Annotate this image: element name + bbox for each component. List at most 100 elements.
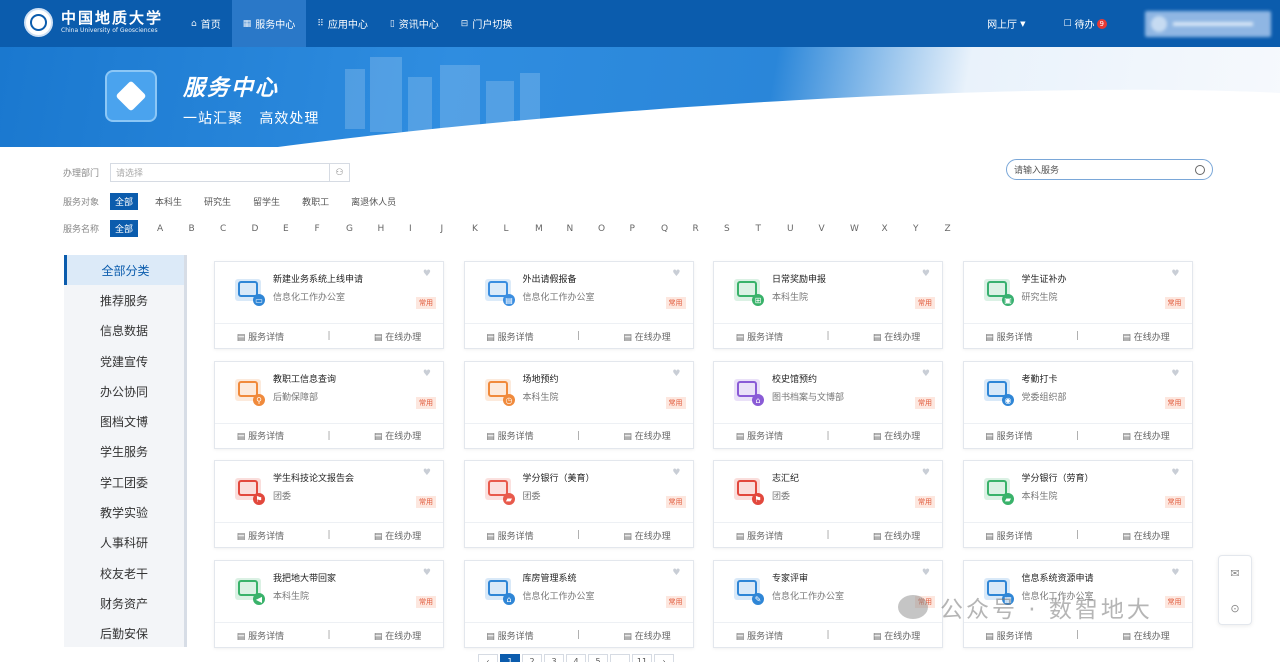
service-detail-link[interactable]: ▤ 服务详情 <box>985 330 1032 343</box>
service-search-input[interactable]: 请输入服务 <box>1006 159 1213 180</box>
favorite-heart-icon[interactable]: ♥ <box>672 568 680 578</box>
letter-filter[interactable]: Z <box>945 224 977 234</box>
service-card[interactable]: ◷ 场地预约 本科生院 ♥ 常用 ▤ 服务详情 | ▤ 在线办理 <box>463 360 694 449</box>
favorite-heart-icon[interactable]: ♥ <box>423 369 431 379</box>
service-card[interactable]: ⚑ 学生科技论文报告会 团委 ♥ 常用 ▤ 服务详情 | ▤ 在线办理 <box>214 460 444 549</box>
service-detail-link[interactable]: ▤ 服务详情 <box>985 629 1032 642</box>
online-handle-link[interactable]: ▤ 在线办理 <box>1122 330 1169 343</box>
favorite-heart-icon[interactable]: ♥ <box>922 269 930 279</box>
sidebar-item[interactable]: 学生服务 <box>64 437 184 467</box>
page-button[interactable]: ‹ <box>478 654 498 662</box>
target-chip[interactable]: 教职工 <box>297 193 334 210</box>
service-detail-link[interactable]: ▤ 服务详情 <box>736 429 783 442</box>
target-chip[interactable]: 离退休人员 <box>346 193 401 210</box>
sidebar-item[interactable]: 财务资产 <box>64 588 184 618</box>
letter-filter[interactable]: H <box>378 224 410 234</box>
target-chip[interactable]: 留学生 <box>248 193 285 210</box>
letter-filter[interactable]: K <box>472 224 504 234</box>
letter-filter[interactable]: X <box>882 224 914 234</box>
service-card[interactable]: ▭ 新建业务系统上线申请 信息化工作办公室 ♥ 常用 ▤ 服务详情 | ▤ 在线办理 <box>214 261 444 349</box>
sidebar-item[interactable]: 党建宣传 <box>64 346 184 376</box>
online-handle-link[interactable]: ▤ 在线办理 <box>623 429 670 442</box>
dept-select[interactable]: 请选择 ⚇ <box>110 163 350 182</box>
sidebar-item[interactable]: 办公协同 <box>64 376 184 406</box>
sidebar-item[interactable]: 全部分类 <box>64 255 184 286</box>
target-chip[interactable]: 本科生 <box>150 193 187 210</box>
sidebar-item[interactable]: 校友老干 <box>64 558 184 588</box>
favorite-heart-icon[interactable]: ♥ <box>1171 468 1179 478</box>
letter-filter[interactable]: V <box>819 224 851 234</box>
back-to-top-icon[interactable]: ⊙ <box>1219 591 1251 626</box>
online-handle-link[interactable]: ▤ 在线办理 <box>374 529 421 542</box>
letter-filter[interactable]: C <box>220 224 252 234</box>
letter-filter[interactable]: J <box>441 224 473 234</box>
favorite-heart-icon[interactable]: ♥ <box>672 269 680 279</box>
page-button[interactable]: 1 <box>500 654 520 662</box>
service-detail-link[interactable]: ▤ 服务详情 <box>486 529 533 542</box>
nav-portal-switch[interactable]: ⊟ 门户切换 <box>450 0 524 47</box>
sidebar-item[interactable]: 学工团委 <box>64 467 184 497</box>
letter-filter[interactable]: U <box>787 224 819 234</box>
sidebar-item[interactable]: 教学实验 <box>64 497 184 527</box>
service-detail-link[interactable]: ▤ 服务详情 <box>985 529 1032 542</box>
letter-filter[interactable]: D <box>252 224 284 234</box>
service-card[interactable]: ⊞ 日常奖励申报 本科生院 ♥ 常用 ▤ 服务详情 | ▤ 在线办理 <box>713 261 943 349</box>
sidebar-item[interactable]: 推荐服务 <box>64 285 184 315</box>
service-detail-link[interactable]: ▤ 服务详情 <box>985 429 1032 442</box>
service-detail-link[interactable]: ▤ 服务详情 <box>237 330 284 343</box>
service-card[interactable]: ▤ 外出请假报备 信息化工作办公室 ♥ 常用 ▤ 服务详情 | ▤ 在线办理 <box>463 261 694 349</box>
page-button[interactable]: 11 <box>632 654 652 662</box>
letter-filter[interactable]: A <box>157 224 189 234</box>
letter-filter[interactable]: B <box>189 224 221 234</box>
online-handle-link[interactable]: ▤ 在线办理 <box>623 330 670 343</box>
service-card[interactable]: ▰ 学分银行（美育） 团委 ♥ 常用 ▤ 服务详情 | ▤ 在线办理 <box>463 460 694 549</box>
online-handle-link[interactable]: ▤ 在线办理 <box>873 330 920 343</box>
favorite-heart-icon[interactable]: ♥ <box>423 269 431 279</box>
online-handle-link[interactable]: ▤ 在线办理 <box>374 429 421 442</box>
favorite-heart-icon[interactable]: ♥ <box>672 369 680 379</box>
target-chip[interactable]: 研究生 <box>199 193 236 210</box>
page-button[interactable]: ... <box>610 654 630 662</box>
sidebar-item[interactable]: 人事科研 <box>64 528 184 558</box>
service-card[interactable]: ▣ 学生证补办 研究生院 ♥ 常用 ▤ 服务详情 | ▤ 在线办理 <box>962 261 1193 349</box>
online-handle-link[interactable]: ▤ 在线办理 <box>623 529 670 542</box>
letter-filter[interactable]: W <box>850 224 882 234</box>
letter-filter[interactable]: M <box>535 224 567 234</box>
favorite-heart-icon[interactable]: ♥ <box>1171 269 1179 279</box>
sidebar-item[interactable]: 信息数据 <box>64 316 184 346</box>
service-card[interactable]: ▰ 学分银行（劳育） 本科生院 ♥ 常用 ▤ 服务详情 | ▤ 在线办理 <box>962 460 1193 549</box>
service-detail-link[interactable]: ▤ 服务详情 <box>486 629 533 642</box>
user-profile[interactable] <box>1145 10 1271 37</box>
page-button[interactable]: 2 <box>522 654 542 662</box>
letter-filter[interactable]: L <box>504 224 536 234</box>
favorite-heart-icon[interactable]: ♥ <box>1171 369 1179 379</box>
service-card[interactable]: ◉ 考勤打卡 党委组织部 ♥ 常用 ▤ 服务详情 | ▤ 在线办理 <box>962 360 1193 449</box>
favorite-heart-icon[interactable]: ♥ <box>1171 568 1179 578</box>
letter-filter[interactable]: Y <box>913 224 945 234</box>
service-detail-link[interactable]: ▤ 服务详情 <box>237 429 284 442</box>
online-handle-link[interactable]: ▤ 在线办理 <box>623 629 670 642</box>
letter-filter[interactable]: 全部 <box>110 220 139 237</box>
page-button[interactable]: › <box>654 654 674 662</box>
nav-app-center[interactable]: ⠿ 应用中心 <box>306 0 379 47</box>
favorite-heart-icon[interactable]: ♥ <box>922 369 930 379</box>
service-card[interactable]: ⚲ 教职工信息查询 后勤保障部 ♥ 常用 ▤ 服务详情 | ▤ 在线办理 <box>214 360 444 449</box>
service-card[interactable]: ◀ 我把地大带回家 本科生院 ♥ 常用 ▤ 服务详情 | ▤ 在线办理 <box>214 560 444 649</box>
sidebar-item[interactable]: 图档文博 <box>64 406 184 436</box>
university-logo[interactable]: 中国地质大学 China University of Geosciences <box>24 8 163 37</box>
letter-filter[interactable]: O <box>598 224 630 234</box>
favorite-heart-icon[interactable]: ♥ <box>423 568 431 578</box>
favorite-heart-icon[interactable]: ♥ <box>672 468 680 478</box>
online-handle-link[interactable]: ▤ 在线办理 <box>1122 529 1169 542</box>
letter-filter[interactable]: P <box>630 224 662 234</box>
online-handle-link[interactable]: ▤ 在线办理 <box>873 429 920 442</box>
service-detail-link[interactable]: ▤ 服务详情 <box>486 330 533 343</box>
online-handle-link[interactable]: ▤ 在线办理 <box>1122 429 1169 442</box>
service-card[interactable]: ⌂ 库房管理系统 信息化工作办公室 ♥ 常用 ▤ 服务详情 | ▤ 在线办理 <box>463 560 694 649</box>
service-detail-link[interactable]: ▤ 服务详情 <box>736 330 783 343</box>
online-handle-link[interactable]: ▤ 在线办理 <box>873 529 920 542</box>
online-handle-link[interactable]: ▤ 在线办理 <box>374 629 421 642</box>
service-detail-link[interactable]: ▤ 服务详情 <box>486 429 533 442</box>
search-icon[interactable] <box>1195 164 1205 175</box>
letter-filter[interactable]: R <box>693 224 725 234</box>
